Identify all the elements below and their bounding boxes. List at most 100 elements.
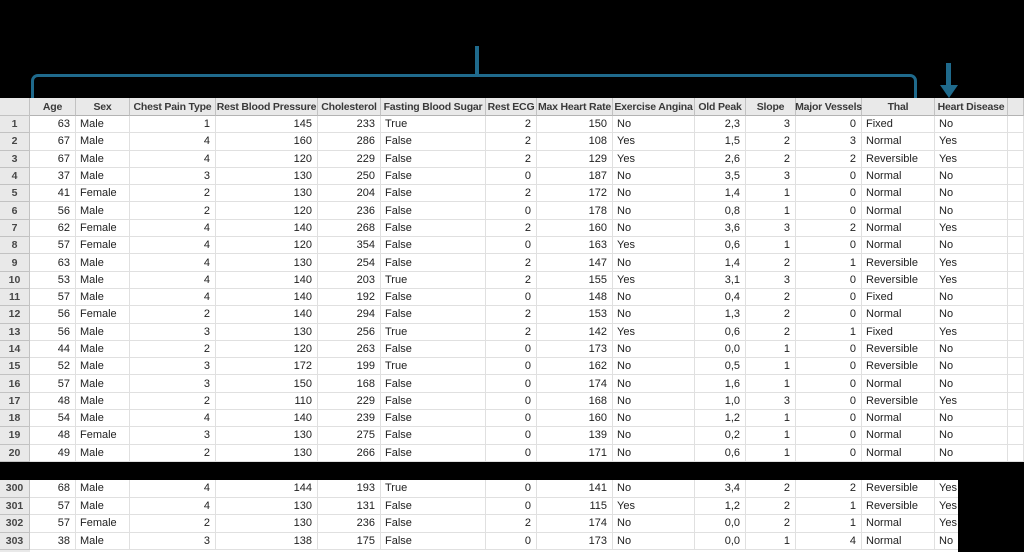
table-cell: No	[935, 202, 1008, 220]
table-cell: 2	[486, 306, 537, 324]
table-cell: 2	[746, 288, 796, 307]
table-cell: 54	[30, 410, 76, 428]
table-cell: Reversible	[862, 358, 935, 376]
table-cell: Yes	[613, 237, 695, 255]
table-cell: Normal	[862, 237, 935, 255]
table-cell: 4	[130, 150, 216, 168]
column-header: Age	[30, 98, 76, 116]
column-header: Max Heart Rate	[537, 98, 613, 116]
corner-cell	[0, 98, 30, 116]
table-cell: 2	[486, 323, 537, 341]
table-cell: 0	[796, 288, 862, 307]
table-cell: 110	[216, 392, 318, 411]
table-cell	[1008, 116, 1024, 134]
table-cell: Normal	[862, 185, 935, 203]
table-cell: No	[935, 288, 1008, 307]
table-cell: 178	[537, 202, 613, 220]
table-cell: False	[381, 167, 486, 186]
row-number: 303	[0, 532, 30, 550]
table-cell: 0	[796, 306, 862, 324]
row-number: 19	[0, 427, 30, 445]
table-cell: Male	[76, 410, 130, 428]
features-brace	[31, 74, 917, 99]
table-row: 1 63 Male 1 145 233 True 2 150 No 2,3 3 0 Fixed No	[0, 116, 1024, 134]
table-cell: 0	[796, 116, 862, 134]
table-cell: Female	[76, 185, 130, 203]
table-cell: Normal	[862, 515, 935, 533]
table-cell: 1,3	[695, 306, 746, 324]
table-cell: False	[381, 237, 486, 255]
column-header: Fasting Blood Sugar	[381, 98, 486, 116]
table-cell: 275	[318, 427, 381, 445]
table-cell: 0,6	[695, 444, 746, 462]
table-cell: False	[381, 219, 486, 238]
table-cell: 4	[130, 254, 216, 272]
table-cell: 193	[318, 480, 381, 498]
table-cell: 140	[216, 410, 318, 428]
row-number: 300	[0, 480, 30, 498]
table-cell: 0	[796, 237, 862, 255]
table-cell: 3	[746, 271, 796, 289]
column-header: Heart Disease	[935, 98, 1008, 116]
table-cell: Normal	[862, 219, 935, 238]
table-cell: Female	[76, 237, 130, 255]
table-cell: 3	[130, 358, 216, 376]
table-cell: 2	[486, 219, 537, 238]
table-cell: Reversible	[862, 480, 935, 498]
table-row: 6 56 Male 2 120 236 False 0 178 No 0,8 1 0 Normal No	[0, 202, 1024, 220]
table-cell	[1008, 410, 1024, 428]
table-cell: 139	[537, 427, 613, 445]
table-cell: 129	[537, 150, 613, 168]
table-cell: 3	[130, 532, 216, 550]
table-cell: No	[613, 444, 695, 462]
table-cell: 153	[537, 306, 613, 324]
table-cell: 1,6	[695, 375, 746, 393]
table-cell	[1008, 150, 1024, 168]
spreadsheet-bottom-section: 300 68 Male 4 144 193 True 0 141 No 3,4 2 2 Reversibl…	[0, 480, 958, 550]
table-cell: No	[613, 480, 695, 498]
table-cell: 2	[486, 515, 537, 533]
table-cell: 1	[746, 375, 796, 393]
column-header	[1008, 98, 1024, 116]
table-cell	[1008, 185, 1024, 203]
column-header: Rest Blood Pressure	[216, 98, 318, 116]
table-cell: Yes	[935, 150, 1008, 168]
table-row: 2 67 Male 4 160 286 False 2 108 Yes 1,5 2 3 Normal Yes	[0, 133, 1024, 151]
table-cell: 148	[537, 288, 613, 307]
table-cell: No	[613, 185, 695, 203]
table-cell: Female	[76, 219, 130, 238]
column-header: Chest Pain Type	[130, 98, 216, 116]
table-cell: 1	[746, 202, 796, 220]
table-cell: Male	[76, 480, 130, 498]
table-cell: False	[381, 288, 486, 307]
table-cell: 3	[746, 116, 796, 134]
table-cell	[1008, 202, 1024, 220]
table-cell: 171	[537, 444, 613, 462]
row-number: 10	[0, 271, 30, 289]
table-row: 18 54 Male 4 140 239 False 0 160 No 1,2 1 0 Normal No	[0, 410, 1024, 428]
table-cell: 204	[318, 185, 381, 203]
table-cell: Normal	[862, 306, 935, 324]
table-cell: 140	[216, 219, 318, 238]
table-cell: 67	[30, 133, 76, 151]
table-cell: Yes	[613, 323, 695, 341]
table-cell: Yes	[613, 150, 695, 168]
table-cell	[1008, 323, 1024, 341]
table-cell: 233	[318, 116, 381, 134]
table-cell: 229	[318, 392, 381, 411]
table-cell: 0	[796, 358, 862, 376]
table-cell	[1008, 219, 1024, 238]
table-cell: 236	[318, 515, 381, 533]
table-cell: 0	[796, 392, 862, 411]
table-cell: False	[381, 340, 486, 359]
table-cell: 130	[216, 185, 318, 203]
table-cell: 1	[746, 340, 796, 359]
table-cell: False	[381, 497, 486, 515]
table-cell: 52	[30, 358, 76, 376]
table-cell: 0	[796, 444, 862, 462]
table-cell: Fixed	[862, 116, 935, 134]
row-number: 302	[0, 515, 30, 533]
row-number: 5	[0, 185, 30, 203]
table-row: 300 68 Male 4 144 193 True 0 141 No 3,4 2 2 Reversibl…	[0, 480, 958, 498]
table-cell: 0	[486, 237, 537, 255]
